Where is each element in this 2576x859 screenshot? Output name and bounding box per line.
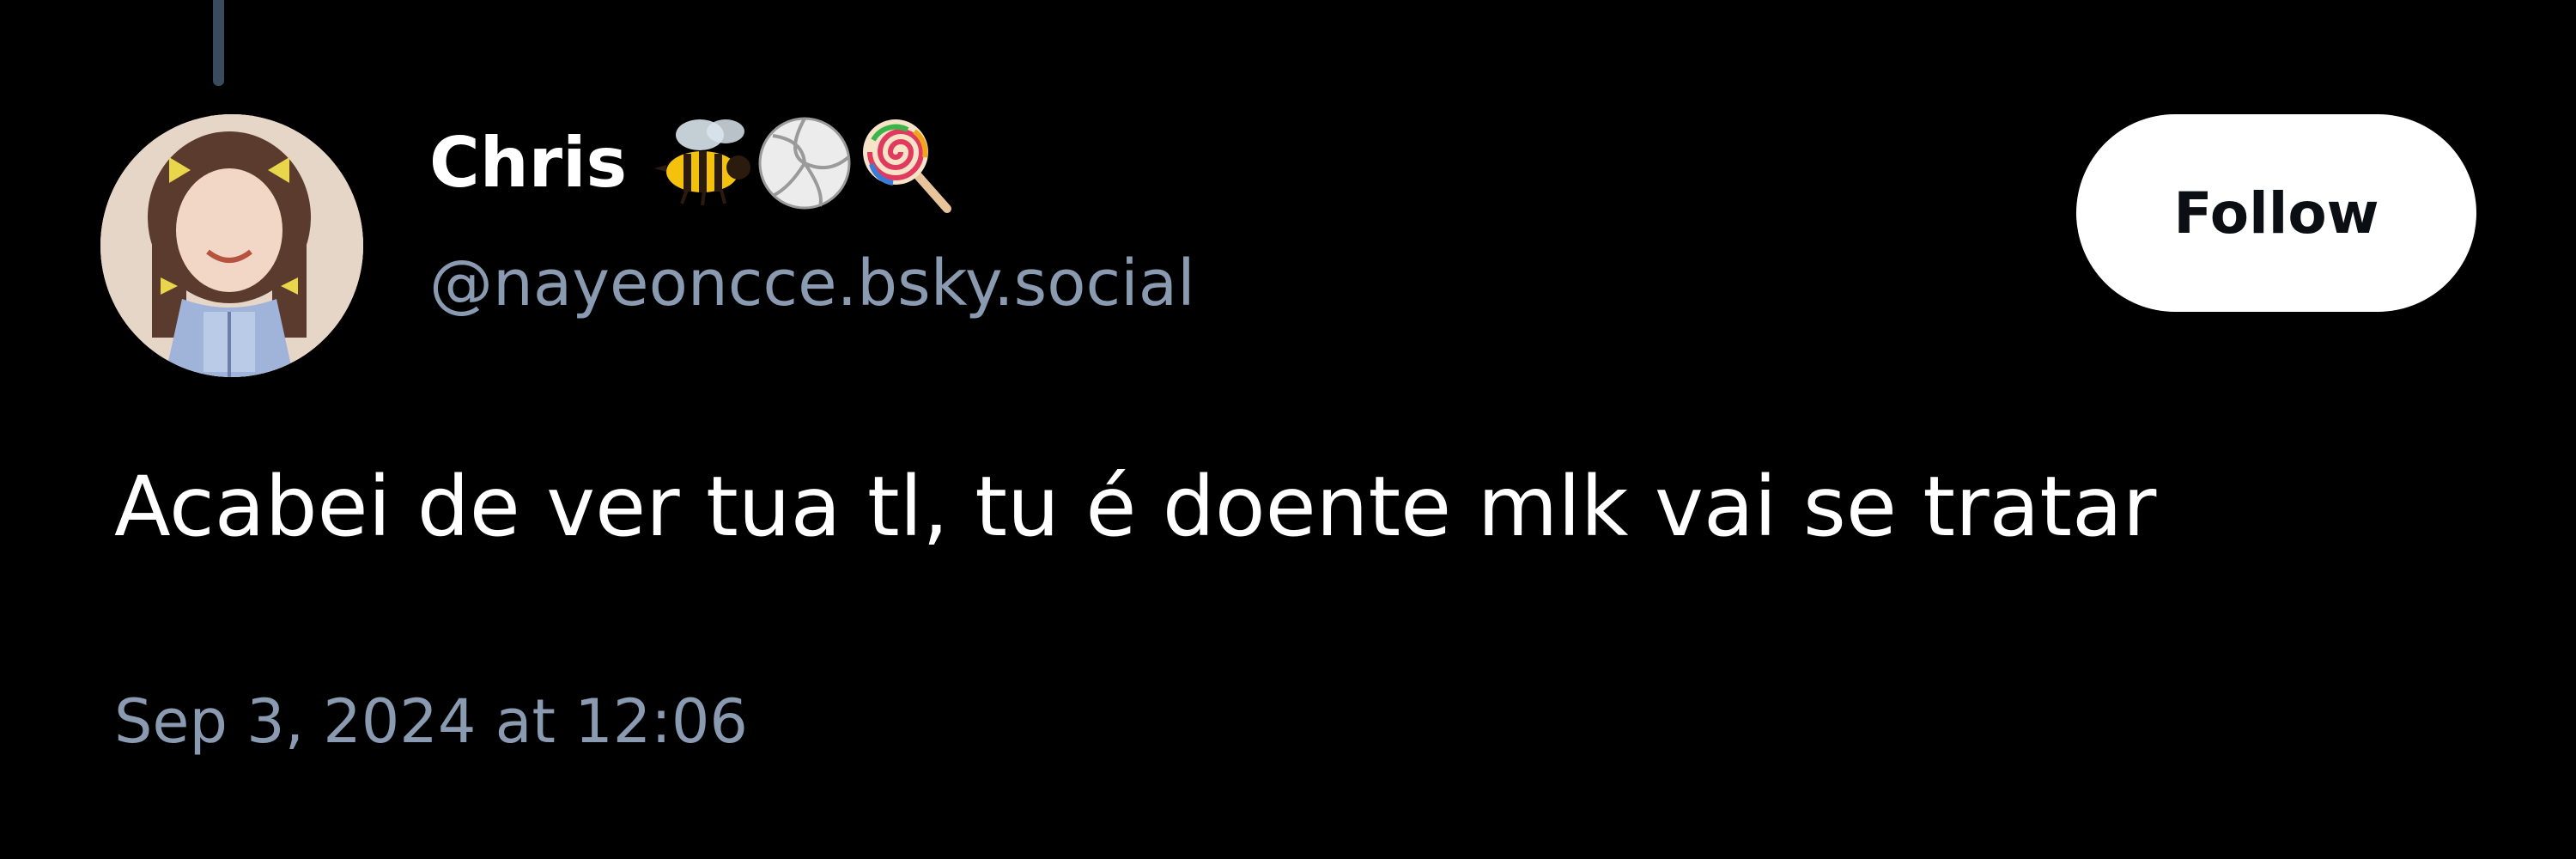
post-timestamp[interactable]: Sep 3, 2024 at 12:06 — [114, 679, 748, 765]
thread-connector-line — [213, 0, 224, 86]
bee-icon — [654, 119, 751, 206]
avatar-photo — [100, 114, 363, 377]
lollipop-icon — [863, 119, 952, 213]
avatar[interactable] — [100, 114, 363, 377]
follow-button[interactable]: Follow — [2076, 114, 2476, 312]
author-handle[interactable]: @nayeoncce.bsky.social — [429, 241, 1195, 326]
post-container: Chris @nayeoncce.bsky.social Follow Acab… — [0, 0, 2576, 859]
post-body-text: Acabei de ver tua tl, tu é doente mlk va… — [114, 459, 2157, 555]
volleyball-icon — [758, 117, 851, 209]
author-display-name[interactable]: Chris — [429, 116, 627, 210]
author-name-row[interactable]: Chris — [429, 114, 957, 213]
name-emoji-group — [653, 114, 957, 213]
